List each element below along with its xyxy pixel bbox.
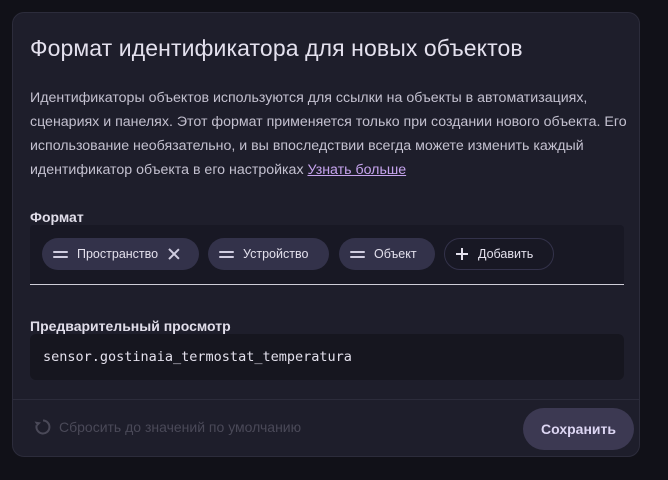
chip-device[interactable]: Устройство <box>208 238 329 270</box>
plus-icon <box>456 248 468 260</box>
format-label: Формат <box>30 209 84 225</box>
chip-label: Пространство <box>77 247 159 261</box>
chip-label: Устройство <box>243 247 309 261</box>
preview-label: Предварительный просмотр <box>30 318 231 334</box>
footer-divider <box>13 399 639 400</box>
dialog-title: Формат идентификатора для новых объектов <box>30 35 523 61</box>
chip-entity[interactable]: Объект <box>339 238 435 270</box>
reset-icon <box>34 419 51 435</box>
format-chip-field[interactable]: Пространство Устройство Объект Добавить <box>30 225 624 285</box>
drag-handle-icon[interactable] <box>350 250 365 259</box>
chip-label: Объект <box>374 247 417 261</box>
preview-value: sensor.gostinaia_termostat_temperatura <box>30 334 624 380</box>
close-icon[interactable] <box>168 248 180 260</box>
drag-handle-icon[interactable] <box>53 250 68 259</box>
dialog-description: Идентификаторы объектов используются для… <box>30 86 628 182</box>
drag-handle-icon[interactable] <box>219 250 234 259</box>
chip-area[interactable]: Пространство <box>42 238 199 270</box>
add-label: Добавить <box>478 247 534 261</box>
learn-more-link[interactable]: Узнать больше <box>308 162 407 178</box>
save-button[interactable]: Сохранить <box>523 408 634 450</box>
entity-id-format-dialog: Формат идентификатора для новых объектов… <box>12 12 640 457</box>
add-chip-button[interactable]: Добавить <box>444 238 554 270</box>
reset-defaults-button[interactable]: Сбросить до значений по умолчанию <box>33 417 301 437</box>
reset-label: Сбросить до значений по умолчанию <box>59 419 302 435</box>
